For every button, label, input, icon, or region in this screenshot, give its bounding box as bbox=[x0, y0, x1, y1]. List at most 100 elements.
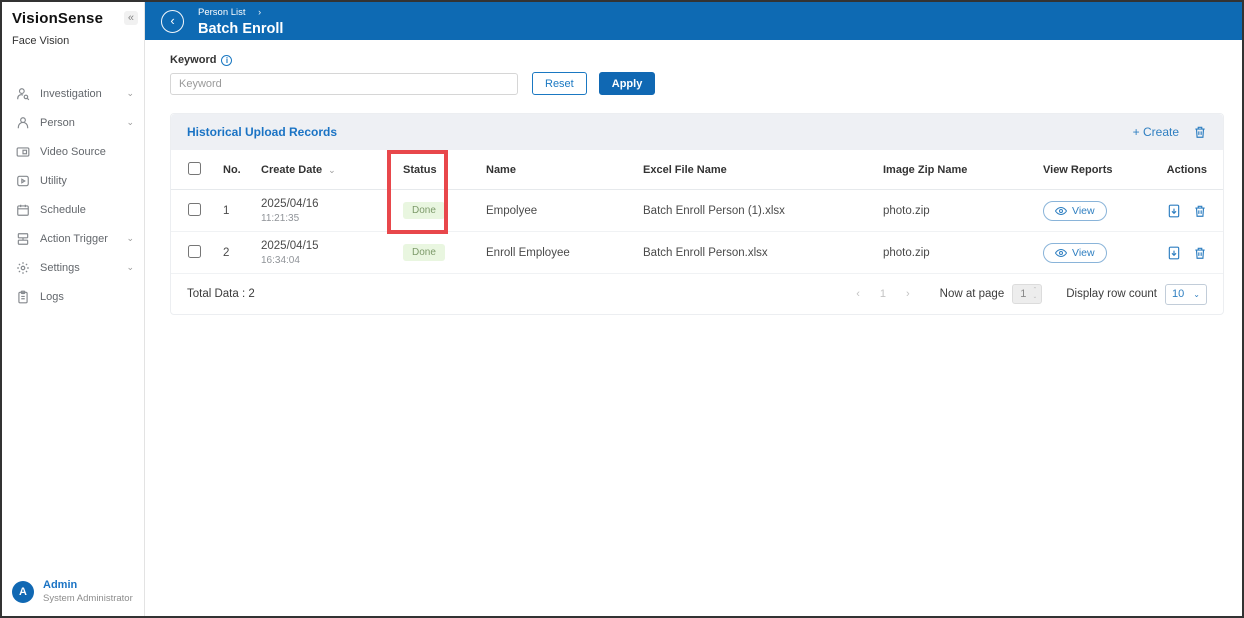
records-card-header: Historical Upload Records + Create bbox=[171, 114, 1223, 150]
video-source-icon bbox=[15, 144, 30, 159]
select-all-checkbox[interactable] bbox=[188, 161, 201, 175]
sidebar-item-label: Utility bbox=[40, 174, 67, 187]
utility-icon bbox=[15, 173, 30, 188]
row-date: 2025/04/16 bbox=[261, 197, 319, 210]
user-name: Admin bbox=[43, 579, 78, 591]
prev-page-icon[interactable]: ‹ bbox=[850, 288, 866, 300]
avatar: A bbox=[12, 580, 34, 603]
sidebar-item-action-trigger[interactable]: Action Trigger ⌄ bbox=[2, 224, 144, 253]
row-no: 1 bbox=[223, 204, 230, 217]
user-profile[interactable]: A Admin System Administrator bbox=[2, 579, 144, 604]
sidebar-item-video-source[interactable]: Video Source bbox=[2, 137, 144, 166]
col-no: No. bbox=[223, 163, 241, 176]
chevron-down-icon: ⌄ bbox=[126, 262, 134, 272]
info-icon[interactable]: i bbox=[221, 54, 233, 66]
user-role: System Administrator bbox=[43, 593, 133, 604]
apply-button[interactable]: Apply bbox=[598, 72, 656, 95]
row-date: 2025/04/15 bbox=[261, 239, 319, 252]
row-count-label: Display row count bbox=[1066, 288, 1157, 300]
sidebar-item-label: Video Source bbox=[40, 145, 106, 158]
spinner-icon[interactable]: ⌃ ⌄ bbox=[1033, 287, 1038, 301]
records-title: Historical Upload Records bbox=[187, 125, 338, 139]
sidebar-item-investigation[interactable]: Investigation ⌄ bbox=[2, 79, 144, 108]
download-report-icon[interactable] bbox=[1167, 246, 1181, 260]
next-page-icon[interactable]: › bbox=[900, 288, 916, 300]
col-actions: Actions bbox=[1166, 163, 1207, 176]
chevron-down-icon: ⌄ bbox=[126, 117, 134, 127]
sidebar-collapse-icon[interactable]: « bbox=[123, 11, 138, 25]
status-badge: Done bbox=[403, 244, 445, 261]
reset-button[interactable]: Reset bbox=[532, 72, 587, 95]
app-subtitle: Face Vision bbox=[12, 35, 70, 47]
col-create-date[interactable]: Create Date ⌄ bbox=[261, 164, 391, 176]
sidebar-item-label: Action Trigger bbox=[40, 232, 108, 245]
col-status: Status bbox=[403, 163, 437, 176]
sidebar-item-schedule[interactable]: Schedule bbox=[2, 195, 144, 224]
calendar-icon bbox=[15, 202, 30, 217]
sidebar-item-logs[interactable]: Logs bbox=[2, 282, 144, 311]
sidebar-item-settings[interactable]: Settings ⌄ bbox=[2, 253, 144, 282]
row-name: Empolyee bbox=[486, 204, 538, 217]
chevron-down-icon: ⌄ bbox=[1193, 289, 1200, 299]
row-zip: photo.zip bbox=[883, 204, 930, 217]
sidebar-nav: Investigation ⌄ Person ⌄ Video Source Ut… bbox=[2, 79, 144, 311]
sidebar-item-utility[interactable]: Utility bbox=[2, 166, 144, 195]
chevron-down-icon: ⌄ bbox=[126, 88, 134, 98]
sort-icon[interactable]: ⌄ bbox=[328, 165, 336, 175]
brand: VisionSense Face Vision bbox=[2, 2, 144, 47]
sidebar: VisionSense Face Vision « Investigation … bbox=[2, 2, 145, 616]
row-checkbox[interactable] bbox=[188, 244, 201, 258]
row-checkbox[interactable] bbox=[188, 202, 201, 216]
total-data-label: Total Data : 2 bbox=[187, 288, 255, 300]
filter-section: Keyword i Reset Apply bbox=[170, 54, 656, 95]
app-window: VisionSense Face Vision « Investigation … bbox=[0, 0, 1244, 618]
row-no: 2 bbox=[223, 246, 230, 259]
create-button[interactable]: + Create bbox=[1133, 125, 1179, 139]
col-view-reports: View Reports bbox=[1043, 163, 1113, 176]
sidebar-item-label: Settings bbox=[40, 261, 80, 274]
delete-icon[interactable] bbox=[1193, 246, 1207, 260]
eye-icon bbox=[1055, 206, 1067, 215]
sidebar-item-person[interactable]: Person ⌄ bbox=[2, 108, 144, 137]
row-excel: Batch Enroll Person.xlsx bbox=[643, 246, 768, 259]
download-report-icon[interactable] bbox=[1167, 204, 1181, 218]
now-at-page-label: Now at page bbox=[939, 288, 1005, 300]
logs-icon bbox=[15, 289, 30, 304]
bulk-delete-icon[interactable] bbox=[1193, 125, 1207, 139]
app-title: VisionSense bbox=[12, 10, 104, 27]
page-title: Batch Enroll bbox=[198, 21, 284, 37]
breadcrumb-parent[interactable]: Person List bbox=[198, 7, 246, 18]
sidebar-item-label: Person bbox=[40, 116, 75, 129]
keyword-label: Keyword bbox=[170, 54, 217, 66]
person-icon bbox=[15, 115, 30, 130]
records-card: Historical Upload Records + Create No. C… bbox=[170, 113, 1224, 315]
back-button[interactable]: ‹ bbox=[161, 9, 184, 33]
row-time: 11:21:35 bbox=[261, 212, 300, 224]
row-count-select[interactable]: 10 ⌄ bbox=[1165, 283, 1207, 305]
chevron-down-icon: ⌄ bbox=[126, 233, 134, 243]
row-name: Enroll Employee bbox=[486, 246, 570, 259]
breadcrumb-separator-icon: › bbox=[258, 7, 262, 17]
main-area: ‹ Person List › Batch Enroll Keyword i R… bbox=[145, 2, 1242, 616]
action-trigger-icon bbox=[15, 231, 30, 246]
row-excel: Batch Enroll Person (1).xlsx bbox=[643, 204, 785, 217]
col-excel: Excel File Name bbox=[643, 163, 727, 176]
row-zip: photo.zip bbox=[883, 246, 930, 259]
row-time: 16:34:04 bbox=[261, 254, 300, 266]
page-number[interactable]: 1 bbox=[874, 288, 892, 300]
table-row: 2 2025/04/15 16:34:04 Done Enroll Employ… bbox=[171, 232, 1223, 274]
breadcrumb[interactable]: Person List › bbox=[198, 7, 283, 18]
col-name: Name bbox=[486, 163, 516, 176]
sidebar-item-label: Investigation bbox=[40, 87, 102, 100]
sidebar-item-label: Schedule bbox=[40, 203, 86, 216]
view-button[interactable]: View bbox=[1043, 242, 1107, 263]
sidebar-item-label: Logs bbox=[40, 290, 64, 303]
view-button[interactable]: View bbox=[1043, 200, 1107, 221]
page-input[interactable]: 1 ⌃ ⌄ bbox=[1012, 284, 1043, 304]
delete-icon[interactable] bbox=[1193, 204, 1207, 218]
gear-icon bbox=[15, 260, 30, 275]
col-zip: Image Zip Name bbox=[883, 163, 968, 176]
keyword-input[interactable] bbox=[170, 72, 518, 95]
table-header-row: No. Create Date ⌄ Status Name Excel File … bbox=[171, 150, 1223, 190]
investigation-icon bbox=[15, 86, 30, 101]
